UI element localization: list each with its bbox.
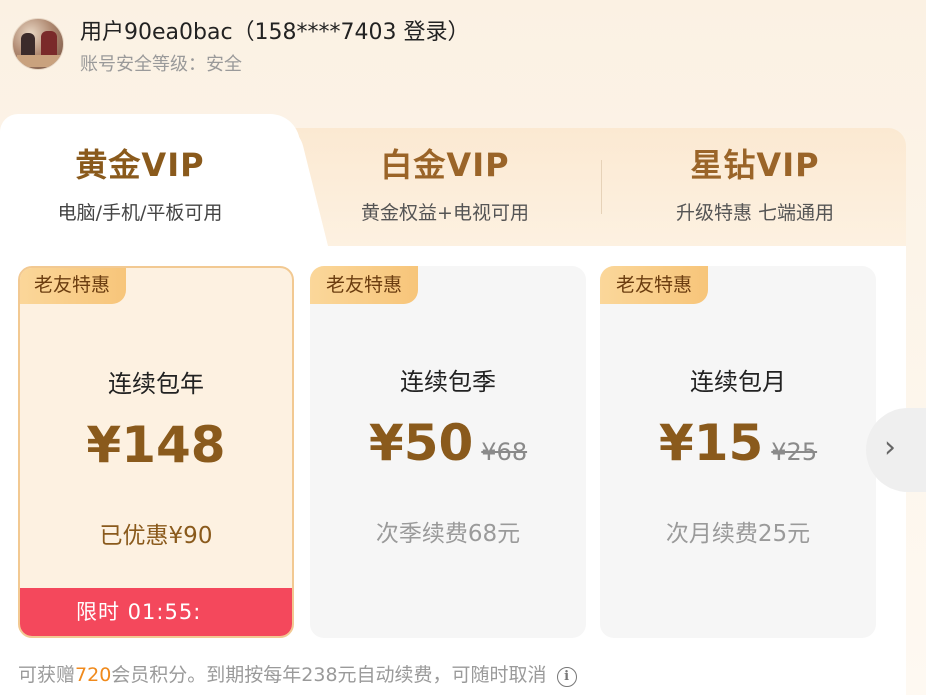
plan-name: 连续包年 [108,370,204,398]
points-value: 720 [75,664,112,686]
chevron-right-icon: › [884,430,896,465]
plan-name: 连续包季 [400,368,496,396]
promo-badge: 老友特惠 [20,268,127,304]
price-row: ¥148 [20,416,292,474]
tab-star-diamond-vip[interactable]: 星钻VIP 升级特惠 七端通用 [630,140,880,225]
tab-subtitle: 黄金权益+电视可用 [361,202,529,224]
plan-card-yearly[interactable]: 老友特惠 连续包年 ¥148 已优惠¥90 限时 01:55: [18,266,294,638]
plan-name: 连续包月 [690,368,786,396]
plan-card-quarterly[interactable]: 老友特惠 连续包季 ¥50 ¥68 次季续费68元 [310,266,586,638]
tab-divider [601,160,602,214]
price-row: ¥50 ¥68 [310,414,586,472]
account-header: 用户90ea0bac（158****7403 登录） 账号安全等级：安全 [0,0,926,115]
plan-price: ¥148 [86,416,226,474]
plan-note: 已优惠¥90 [99,523,213,549]
tab-title: 黄金VIP [75,146,205,184]
tab-subtitle: 电脑/手机/平板可用 [57,202,223,224]
footer-suffix: 会员积分。到期按每年238元自动续费，可随时取消 [111,664,547,686]
original-price: ¥68 [481,438,528,466]
tab-title: 星钻VIP [690,146,820,184]
plan-card-monthly[interactable]: 老友特惠 连续包月 ¥15 ¥25 次月续费25元 [600,266,876,638]
price-row: ¥15 ¥25 [600,414,876,472]
avatar[interactable] [12,18,64,70]
countdown-bar: 限时 01:55: [20,588,292,636]
tab-platinum-vip[interactable]: 白金VIP 黄金权益+电视可用 [320,140,570,225]
info-icon[interactable]: i [556,667,577,687]
tab-gold-vip[interactable]: 黄金VIP 电脑/手机/平板可用 [20,140,260,225]
username-label: 用户90ea0bac（158****7403 登录） [80,20,470,45]
promo-badge: 老友特惠 [310,266,419,304]
tab-subtitle: 升级特惠 七端通用 [675,202,835,224]
plan-price: ¥15 [658,414,764,472]
footer-prefix: 可获赠 [18,664,76,686]
plan-price: ¥50 [368,414,474,472]
security-level-label: 账号安全等级：安全 [80,54,242,75]
promo-badge: 老友特惠 [600,266,709,304]
renewal-note: 可获赠720会员积分。到期按每年238元自动续费，可随时取消 i [18,660,577,687]
original-price: ¥25 [771,438,818,466]
tab-title: 白金VIP [380,146,510,184]
plan-note: 次季续费68元 [375,521,521,547]
plan-note: 次月续费25元 [665,521,811,547]
